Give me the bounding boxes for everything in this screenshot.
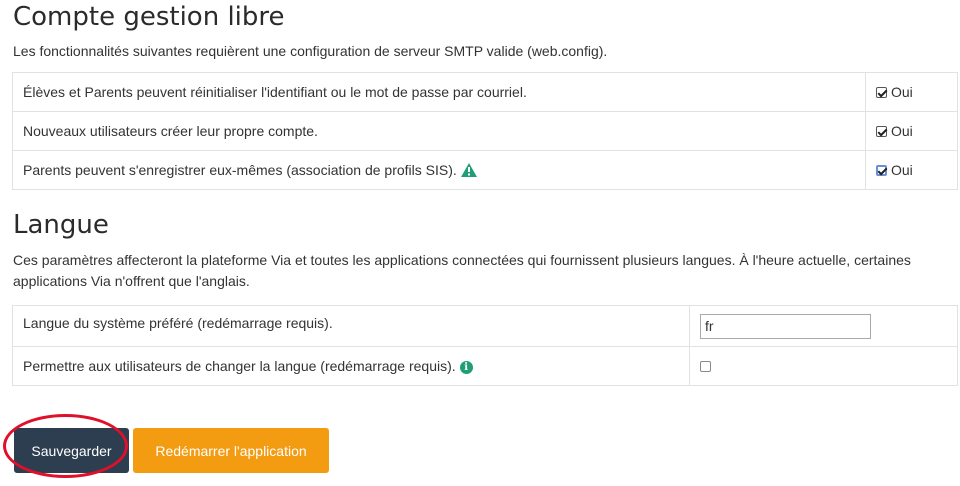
section-description-smtp: Les fonctionnalités suivantes requièrent… [13, 43, 608, 59]
warning-icon[interactable] [460, 163, 477, 177]
language-settings-table: Langue du système préféré (redémarrage r… [12, 305, 958, 386]
table-row: Parents peuvent s'enregistrer eux-mêmes … [12, 150, 958, 190]
table-row: Élèves et Parents peuvent réinitialiser … [12, 72, 958, 112]
section-title-free-account: Compte gestion libre [13, 2, 285, 32]
checkbox-label[interactable]: Oui [891, 123, 913, 139]
table-row: Permettre aux utilisateurs de changer la… [12, 346, 958, 386]
setting-label: Nouveaux utilisateurs créer leur propre … [12, 111, 866, 151]
save-button[interactable]: Sauvegarder [14, 428, 129, 473]
section-title-language: Langue [13, 210, 109, 240]
setting-label-cell: Parents peuvent s'enregistrer eux-mêmes … [12, 150, 866, 190]
language-input[interactable] [700, 313, 871, 339]
setting-label-cell: Permettre aux utilisateurs de changer la… [12, 346, 690, 386]
section-description-language: Ces paramètres affecteront la plateforme… [13, 252, 911, 289]
checkbox-label[interactable]: Oui [891, 84, 913, 100]
setting-option[interactable] [689, 346, 958, 386]
reset-password-checkbox[interactable] [876, 87, 887, 98]
setting-label: Parents peuvent s'enregistrer eux-mêmes … [23, 162, 457, 178]
parent-self-register-checkbox[interactable] [876, 165, 887, 176]
setting-label: Élèves et Parents peuvent réinitialiser … [12, 72, 866, 112]
setting-option[interactable]: Oui [865, 111, 958, 151]
free-account-settings-table: Élèves et Parents peuvent réinitialiser … [12, 72, 958, 190]
allow-language-change-checkbox[interactable] [700, 361, 711, 372]
table-row: Nouveaux utilisateurs créer leur propre … [12, 111, 958, 151]
self-signup-checkbox[interactable] [876, 126, 887, 137]
info-icon[interactable]: i [459, 361, 473, 374]
setting-label: Langue du système préféré (redémarrage r… [12, 305, 690, 347]
setting-option[interactable]: Oui [865, 150, 958, 190]
checkbox-label[interactable]: Oui [891, 162, 913, 178]
table-row: Langue du système préféré (redémarrage r… [12, 305, 958, 347]
setting-option[interactable]: Oui [865, 72, 958, 112]
restart-application-button[interactable]: Redémarrer l'application [133, 428, 329, 473]
setting-option [689, 305, 958, 347]
setting-label: Permettre aux utilisateurs de changer la… [23, 358, 456, 374]
